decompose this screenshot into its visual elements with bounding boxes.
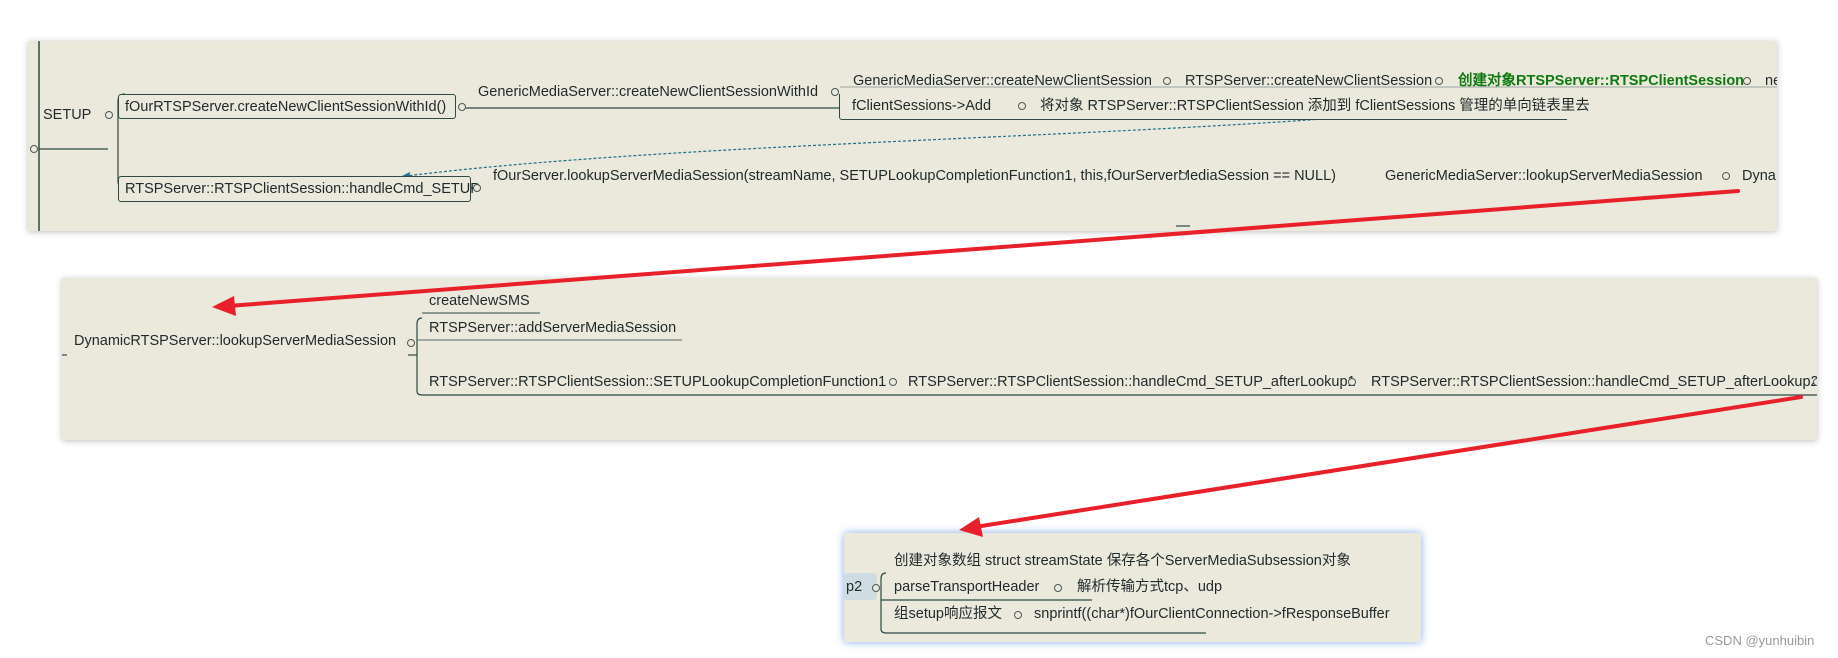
node-ne[interactable]: ne xyxy=(1765,72,1777,90)
node-setup[interactable]: SETUP xyxy=(43,106,91,124)
collapse-icon[interactable] xyxy=(1813,378,1817,386)
collapse-icon[interactable] xyxy=(1435,77,1443,85)
node-after-lookup2[interactable]: RTSPServer::RTSPClientSession::handleCmd… xyxy=(1371,373,1817,391)
collapse-icon[interactable] xyxy=(1722,172,1730,180)
node-add-server-media-session[interactable]: RTSPServer::addServerMediaSession xyxy=(429,319,676,337)
collapse-icon[interactable] xyxy=(105,111,113,119)
node-rtsp-create[interactable]: RTSPServer::createNewClientSession xyxy=(1185,72,1432,90)
collapse-icon[interactable] xyxy=(1163,77,1171,85)
watermark: CSDN @yunhuibin xyxy=(1705,633,1815,648)
node-snprintf[interactable]: snprintf((char*)fOurClientConnection->fR… xyxy=(1034,605,1390,623)
node-p2[interactable]: p2 xyxy=(846,578,862,596)
panel1-connectors xyxy=(38,41,1777,231)
collapse-icon[interactable] xyxy=(1054,584,1062,592)
node-create-new-sms[interactable]: createNewSMS xyxy=(429,292,530,310)
node-dynamic-lookup[interactable]: DynamicRTSPServer::lookupServerMediaSess… xyxy=(74,332,396,350)
node-create-session[interactable]: fOurRTSPServer.createNewClientSessionWit… xyxy=(118,94,456,119)
node-label: fClientSessions->Add xyxy=(852,98,992,114)
collapse-icon[interactable] xyxy=(1743,77,1751,85)
node-build-response[interactable]: 组setup响应报文 xyxy=(894,605,1002,623)
mindmap-panel-after-lookup2: p2 创建对象数组 struct streamState 保存各个ServerM… xyxy=(844,533,1421,642)
collapse-icon[interactable] xyxy=(1014,611,1022,619)
collapse-icon[interactable] xyxy=(889,378,897,386)
node-parse-note[interactable]: 解析传输方式tcp、udp xyxy=(1077,578,1222,596)
node-lookup-call[interactable]: fOurServer.lookupServerMediaSession(stre… xyxy=(493,167,1336,185)
node-label: RTSPServer::RTSPClientSession::handleCmd… xyxy=(125,181,480,197)
node-after-lookup1[interactable]: RTSPServer::RTSPClientSession::handleCmd… xyxy=(908,373,1356,391)
node-parse-transport-header[interactable]: parseTransportHeader xyxy=(894,578,1039,596)
node-dyna[interactable]: Dyna xyxy=(1742,167,1776,185)
node-note: 将对象 RTSPServer::RTSPClientSession 添加到 fC… xyxy=(1040,98,1590,114)
root-connector-icon[interactable] xyxy=(30,145,38,153)
collapse-icon[interactable] xyxy=(407,339,415,347)
mindmap-panel-lookup: DynamicRTSPServer::lookupServerMediaSess… xyxy=(62,278,1817,440)
collapse-icon[interactable] xyxy=(831,88,839,96)
node-generic-create[interactable]: GenericMediaServer::createNewClientSessi… xyxy=(853,72,1152,90)
node-add-session[interactable]: fClientSessions->Add 将对象 RTSPServer::RTS… xyxy=(839,94,1590,120)
node-setup-lookup-completion[interactable]: RTSPServer::RTSPClientSession::SETUPLook… xyxy=(429,373,886,391)
collapse-icon[interactable] xyxy=(1348,378,1356,386)
node-create-stream-state[interactable]: 创建对象数组 struct streamState 保存各个ServerMedi… xyxy=(894,552,1351,570)
node-generic-lookup[interactable]: GenericMediaServer::lookupServerMediaSes… xyxy=(1385,167,1703,185)
collapse-icon[interactable] xyxy=(1179,172,1187,180)
collapse-icon[interactable] xyxy=(458,103,466,111)
node-create-with-id[interactable]: GenericMediaServer::createNewClientSessi… xyxy=(478,83,818,101)
panel2-connectors xyxy=(62,312,1817,396)
collapse-icon[interactable] xyxy=(872,584,880,592)
mindmap-panel-setup: SETUP fOurRTSPServer.createNewClientSess… xyxy=(28,41,1777,231)
collapse-icon[interactable] xyxy=(1018,102,1026,110)
node-create-object[interactable]: 创建对象RTSPServer::RTSPClientSession xyxy=(1458,72,1744,90)
node-handle-setup[interactable]: RTSPServer::RTSPClientSession::handleCmd… xyxy=(118,176,480,202)
collapse-icon[interactable] xyxy=(473,184,481,192)
node-label: fOurRTSPServer.createNewClientSessionWit… xyxy=(125,99,447,115)
